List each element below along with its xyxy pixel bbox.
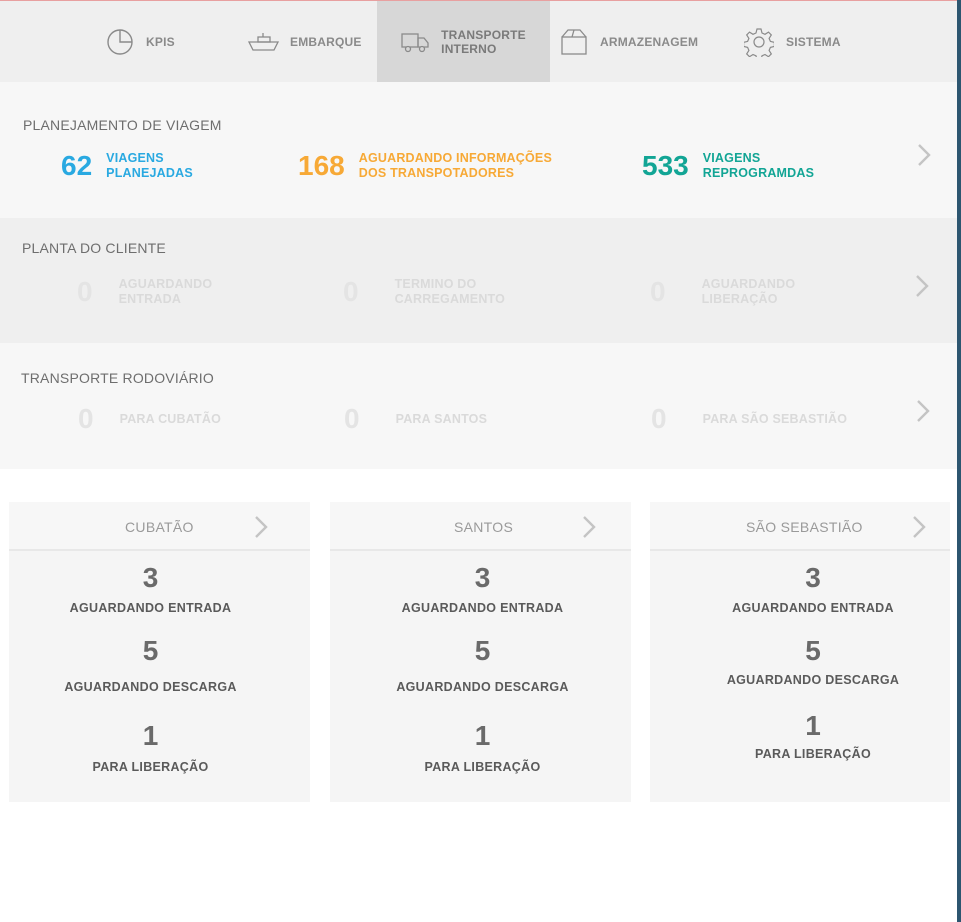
stat-label: PARA LIBERAÇÃO (754, 747, 871, 761)
main-navigation: KPIS EMBARQUE TRANSPORTE INTERNO ARMAZEN… (0, 1, 957, 82)
metric-para-santos[interactable]: 0 PARA SANTOS (344, 403, 487, 435)
pie-chart-icon (106, 28, 134, 56)
metric-value: 0 (343, 276, 359, 307)
stat-label: PARA LIBERAÇÃO (424, 760, 541, 774)
card-title: SANTOS (454, 519, 514, 535)
section-title: PLANTA DO CLIENTE (22, 240, 166, 256)
metric-label: TERMINO DO CARREGAMENTO (394, 277, 506, 306)
chevron-right-icon[interactable] (911, 515, 927, 539)
chevron-right-icon[interactable] (915, 399, 931, 423)
stat-value: 5 (805, 635, 821, 666)
stat-label: PARA LIBERAÇÃO (92, 760, 209, 774)
card-title: SÃO SEBASTIÃO (746, 519, 863, 535)
nav-item-label: EMBARQUE (290, 34, 362, 49)
truck-icon (401, 31, 429, 53)
metric-viagens-reprogramadas[interactable]: 533 VIAGENS REPROGRAMDAS (642, 150, 814, 182)
nav-item-label: ARMAZENAGEM (600, 34, 699, 49)
metric-aguardando-informacoes[interactable]: 168 AGUARDANDO INFORMAÇÕES DOS TRANSPOTA… (298, 150, 552, 182)
chevron-right-icon[interactable] (581, 515, 597, 539)
metric-label: AGUARDANDO ENTRADA (118, 277, 213, 306)
metric-value: 0 (344, 403, 360, 434)
metric-termino-carregamento[interactable]: 0 TERMINO DO CARREGAMENTO (343, 276, 505, 308)
stat-value: 1 (805, 710, 821, 741)
metric-label: AGUARDANDO LIBERAÇÃO (701, 277, 796, 306)
metric-aguardando-liberacao[interactable]: 0 AGUARDANDO LIBERAÇÃO (650, 276, 795, 308)
ship-icon (247, 32, 280, 52)
metric-value: 62 (61, 150, 93, 181)
metric-value: 0 (650, 276, 666, 307)
chevron-right-icon[interactable] (916, 143, 932, 167)
nav-item-sistema[interactable]: SISTEMA (744, 1, 854, 82)
nav-item-transporte-interno[interactable]: TRANSPORTE INTERNO (377, 1, 550, 82)
card-santos: SANTOS 3 AGUARDANDO ENTRADA 5 AGUARDANDO… (330, 502, 631, 802)
metric-value: 168 (298, 150, 345, 181)
chevron-right-icon[interactable] (914, 274, 930, 298)
stat-value: 5 (142, 635, 159, 666)
metric-value: 0 (78, 403, 94, 434)
card-header[interactable]: CUBATÃO (9, 502, 310, 551)
planejamento-section: PLANEJAMENTO DE VIAGEM 62 VIAGENS PLANEJ… (0, 82, 957, 218)
box-icon (560, 28, 588, 56)
nav-item-label: KPIS (146, 34, 175, 49)
metric-para-cubatao[interactable]: 0 PARA CUBATÃO (78, 403, 221, 435)
nav-item-label: SISTEMA (786, 34, 841, 49)
metric-value: 0 (651, 403, 667, 434)
stat-value: 5 (474, 635, 491, 666)
nav-item-kpis[interactable]: KPIS (106, 1, 226, 82)
stat-label: AGUARDANDO DESCARGA (64, 680, 237, 694)
section-title: PLANEJAMENTO DE VIAGEM (23, 117, 222, 133)
stat-value: 3 (142, 562, 159, 593)
card-cubatao: CUBATÃO 3 AGUARDANDO ENTRADA 5 AGUARDAND… (9, 502, 310, 802)
stat-label: AGUARDANDO DESCARGA (396, 680, 569, 694)
stat-label: AGUARDANDO ENTRADA (401, 601, 564, 615)
metric-value: 0 (77, 276, 93, 307)
nav-item-armazenagem[interactable]: ARMAZENAGEM (560, 1, 710, 82)
stat-label: AGUARDANDO DESCARGA (726, 673, 900, 687)
metric-label: PARA CUBATÃO (119, 411, 222, 426)
metric-label: VIAGENS REPROGRAMDAS (702, 151, 815, 180)
metric-viagens-planejadas[interactable]: 62 VIAGENS PLANEJADAS (61, 150, 193, 182)
planta-section: PLANTA DO CLIENTE 0 AGUARDANDO ENTRADA 0… (0, 218, 957, 343)
card-title: CUBATÃO (125, 519, 194, 535)
card-sao-sebastiao: SÃO SEBASTIÃO 3 AGUARDANDO ENTRADA 5 AGU… (650, 502, 950, 802)
card-header[interactable]: SÃO SEBASTIÃO (650, 502, 950, 551)
stat-value: 1 (142, 720, 159, 751)
stat-label: AGUARDANDO ENTRADA (732, 601, 894, 615)
stat-value: 3 (805, 562, 821, 593)
metric-label: PARA SÃO SEBASTIÃO (702, 411, 848, 426)
chevron-right-icon[interactable] (253, 515, 269, 539)
metric-label: PARA SANTOS (395, 411, 488, 426)
stat-value: 1 (474, 720, 491, 751)
section-title: TRANSPORTE RODOVIÁRIO (21, 370, 214, 386)
nav-item-embarque[interactable]: EMBARQUE (247, 1, 372, 82)
right-edge-bar (957, 0, 961, 922)
metric-label: VIAGENS PLANEJADAS (106, 151, 193, 180)
metric-value: 533 (642, 150, 689, 181)
metric-aguardando-entrada[interactable]: 0 AGUARDANDO ENTRADA (77, 276, 212, 308)
gear-icon (744, 27, 774, 57)
rodoviario-section: TRANSPORTE RODOVIÁRIO 0 PARA CUBATÃO 0 P… (0, 343, 957, 469)
metric-label: AGUARDANDO INFORMAÇÕES DOS TRANSPOTADORE… (358, 151, 553, 180)
metric-para-sao-sebastiao[interactable]: 0 PARA SÃO SEBASTIÃO (651, 403, 847, 435)
card-header[interactable]: SANTOS (330, 502, 631, 551)
stat-label: AGUARDANDO ENTRADA (69, 601, 232, 615)
nav-item-label: TRANSPORTE INTERNO (441, 27, 526, 56)
stat-value: 3 (474, 562, 491, 593)
